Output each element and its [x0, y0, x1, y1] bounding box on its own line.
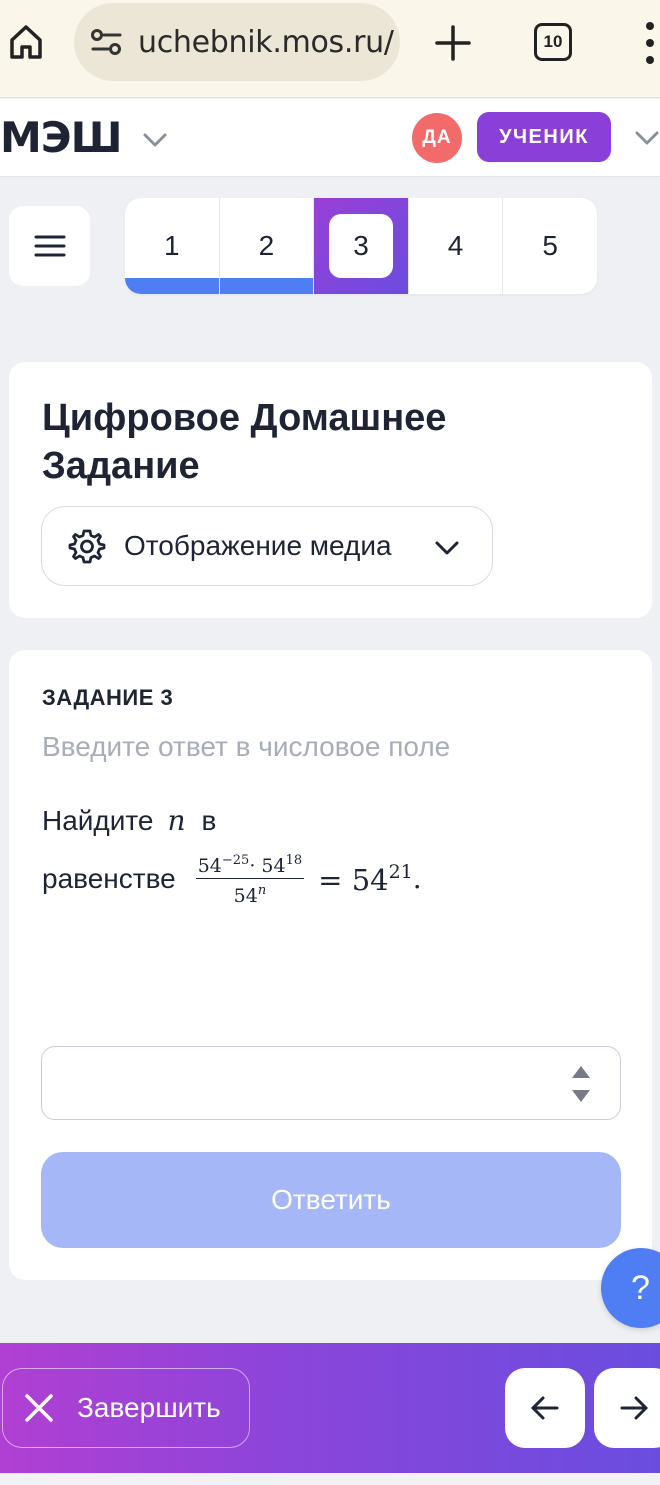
media-dropdown-label: Отображение медиа	[124, 530, 392, 561]
arrow-right-icon	[620, 1396, 648, 1420]
task-hint: Введите ответ в числовое поле	[42, 731, 451, 762]
task-tab-5[interactable]: 5	[503, 198, 597, 294]
url-text: uchebnik.mos.ru/	[138, 24, 394, 60]
arrow-left-icon	[531, 1396, 559, 1420]
media-display-dropdown[interactable]: Отображение медиа	[41, 506, 493, 586]
site-settings-icon[interactable]	[90, 27, 124, 57]
avatar[interactable]: ДА	[412, 113, 462, 163]
formula-period: .	[412, 862, 422, 895]
hamburger-icon	[34, 235, 65, 257]
task-tab-3[interactable]: 3	[314, 198, 409, 294]
system-nav-strip	[0, 1473, 660, 1485]
page-title: Цифровое Домашнее Задание	[42, 397, 447, 487]
gear-icon	[68, 529, 106, 564]
next-task-button[interactable]	[594, 1368, 660, 1448]
task-tab-2[interactable]: 2	[219, 198, 315, 294]
formula-rhs: = 5421	[318, 860, 413, 897]
chevron-down-icon[interactable]	[632, 123, 660, 153]
tab-count: 10	[543, 32, 563, 51]
task-tab-label: 3	[353, 230, 369, 261]
finish-label: Завершить	[77, 1392, 221, 1423]
formula-fraction: 54−25· 5418 54n	[195, 850, 305, 907]
fraction-numerator: 54−25· 5418	[195, 850, 305, 879]
app-header: МЭШ ДА УЧЕНИК	[0, 99, 660, 177]
chevron-down-icon	[435, 541, 459, 555]
question-formula-line: равенстве 54−25· 5418 54n = 5421 .	[42, 850, 422, 907]
previous-task-button[interactable]	[505, 1368, 585, 1448]
browser-toolbar: uchebnik.mos.ru/ 10	[0, 0, 660, 98]
question-text-part: равенстве	[42, 862, 176, 894]
question-text-part: в	[201, 804, 217, 836]
fraction-denominator: 54n	[233, 883, 267, 907]
more-menu-icon[interactable]	[640, 18, 660, 68]
home-icon[interactable]	[6, 20, 46, 64]
task-label: ЗАДАНИЕ 3	[42, 685, 174, 710]
question-text: Найдите n в	[42, 804, 216, 837]
question-variable: n	[167, 804, 186, 837]
tab-switcher-button[interactable]: 10	[534, 23, 572, 61]
task-tab-1[interactable]: 1	[125, 198, 220, 294]
submit-answer-button[interactable]: Ответить	[41, 1152, 621, 1248]
task-tab-4[interactable]: 4	[409, 198, 504, 294]
role-badge[interactable]: УЧЕНИК	[477, 112, 611, 162]
task-tabs: 1 2 3 4 5	[125, 198, 597, 294]
task-tab-label: 2	[258, 230, 275, 261]
bottom-action-bar: Завершить	[0, 1343, 660, 1473]
answer-number-input[interactable]	[41, 1046, 621, 1120]
finish-button[interactable]: Завершить	[2, 1368, 250, 1448]
address-bar[interactable]: uchebnik.mos.ru/	[74, 3, 400, 81]
math-formula: 54−25· 5418 54n = 5421 .	[195, 850, 422, 907]
question-text-part: Найдите	[42, 804, 154, 836]
chevron-down-icon[interactable]	[140, 125, 170, 155]
task-tab-label: 1	[164, 230, 180, 261]
task-tab-label: 5	[542, 230, 558, 261]
task-tab-label: 4	[447, 230, 464, 261]
active-tab-marker: 3	[328, 214, 393, 278]
number-stepper-icon[interactable]	[568, 1062, 594, 1106]
new-tab-icon[interactable]	[432, 22, 474, 64]
close-icon	[25, 1394, 53, 1422]
mesh-logo[interactable]: МЭШ	[0, 113, 123, 162]
menu-button[interactable]	[9, 206, 90, 286]
